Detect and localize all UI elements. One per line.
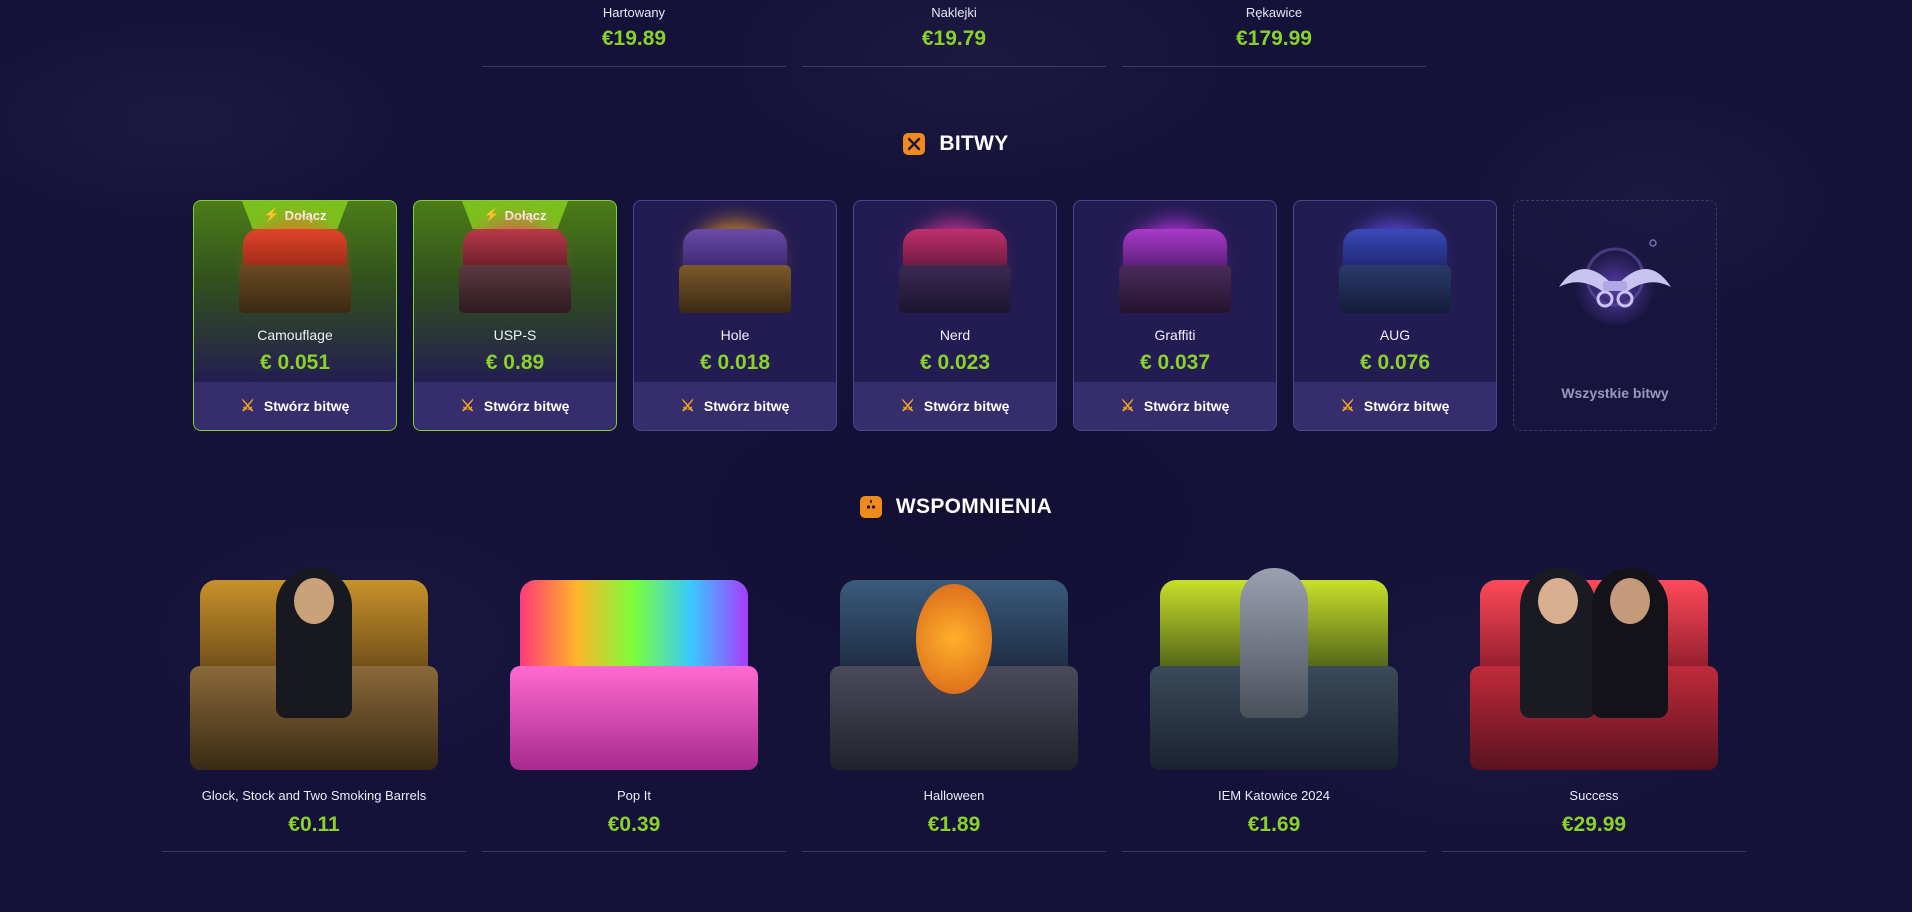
case-image-hole xyxy=(673,221,797,317)
case-image-nerd xyxy=(893,221,1017,317)
create-battle-label: Stwórz bitwę xyxy=(703,398,790,414)
case-card-hartowany[interactable]: Hartowany €19.89 xyxy=(482,0,786,67)
create-battle-button[interactable]: ⚔ Stwórz bitwę xyxy=(1294,382,1496,430)
create-battle-label: Stwórz bitwę xyxy=(263,398,350,414)
memories-section-title: WSPOMNIENIA xyxy=(0,495,1912,519)
all-battles-label: Wszystkie bitwy xyxy=(1561,385,1669,401)
memory-case-iem-katowice[interactable]: IEM Katowice 2024 €1.69 xyxy=(1122,560,1426,852)
battle-case-price: € 0.89 xyxy=(485,351,545,374)
create-battle-label: Stwórz bitwę xyxy=(1143,398,1230,414)
case-price: €29.99 xyxy=(1561,813,1627,836)
crossed-swords-icon: ⚔ xyxy=(1120,398,1135,415)
case-price: €1.69 xyxy=(1247,813,1301,836)
case-image-usp-s xyxy=(453,221,577,317)
memory-case-halloween[interactable]: Halloween €1.89 xyxy=(802,560,1106,852)
memories-title: WSPOMNIENIA xyxy=(895,495,1053,518)
create-battle-button[interactable]: ⚔ Stwórz bitwę xyxy=(634,382,836,430)
case-image-success xyxy=(1464,564,1724,778)
case-image-camouflage xyxy=(233,221,357,317)
create-battle-button[interactable]: ⚔ Stwórz bitwę xyxy=(1074,382,1276,430)
battle-card-aug[interactable]: AUG € 0.076 ⚔ Stwórz bitwę xyxy=(1293,200,1497,431)
battle-icon xyxy=(903,133,926,155)
battle-case-name: Nerd xyxy=(939,327,971,343)
battle-case-price: € 0.076 xyxy=(1359,351,1431,374)
memory-case-success[interactable]: Success €29.99 xyxy=(1442,560,1746,852)
case-name: IEM Katowice 2024 xyxy=(1217,788,1330,803)
create-battle-button[interactable]: ⚔ Stwórz bitwę xyxy=(194,382,396,430)
crossed-swords-icon: ⚔ xyxy=(240,398,255,415)
case-price: €0.39 xyxy=(607,813,661,836)
case-name: Success xyxy=(1569,788,1619,803)
battle-case-name: Hole xyxy=(720,327,750,343)
create-battle-label: Stwórz bitwę xyxy=(923,398,1010,414)
case-price: €19.79 xyxy=(921,27,987,50)
case-image-aug xyxy=(1333,221,1457,317)
pumpkin-icon xyxy=(859,496,882,518)
case-name: Naklejki xyxy=(931,5,977,20)
create-battle-label: Stwórz bitwę xyxy=(1363,398,1450,414)
battle-card-camouflage[interactable]: ⚡ Dołącz Camouflage € 0.051 ⚔ Stwórz bit… xyxy=(193,200,397,431)
crossed-swords-icon: ⚔ xyxy=(1340,398,1355,415)
case-price: €179.99 xyxy=(1236,27,1312,50)
all-battles-link[interactable]: Wszystkie bitwy xyxy=(1513,200,1717,431)
case-image-halloween xyxy=(824,564,1084,778)
case-price: €0.11 xyxy=(288,813,340,836)
create-battle-button[interactable]: ⚔ Stwórz bitwę xyxy=(414,382,616,430)
battle-case-name: USP-S xyxy=(493,327,537,343)
case-name: Pop It xyxy=(617,788,651,803)
top-cases-row: Hartowany €19.89 Naklejki €19.79 Rękawic… xyxy=(0,0,1912,70)
battle-case-price: € 0.018 xyxy=(699,351,771,374)
crossed-swords-icon: ⚔ xyxy=(680,398,695,415)
battle-case-price: € 0.051 xyxy=(259,351,331,374)
battle-case-name: Camouflage xyxy=(257,327,333,343)
case-image-pop-it xyxy=(504,564,764,778)
case-price: €1.89 xyxy=(927,813,981,836)
create-battle-label: Stwórz bitwę xyxy=(483,398,570,414)
crossed-swords-icon: ⚔ xyxy=(900,398,915,415)
case-name: Hartowany xyxy=(602,5,666,20)
case-price: €19.89 xyxy=(601,27,667,50)
case-card-naklejki[interactable]: Naklejki €19.79 xyxy=(802,0,1106,67)
case-name: Rękawice xyxy=(1245,5,1303,20)
battle-case-price: € 0.037 xyxy=(1139,351,1211,374)
case-card-rekawice[interactable]: Rękawice €179.99 xyxy=(1122,0,1426,67)
battle-case-price: € 0.023 xyxy=(919,351,991,374)
battle-card-graffiti[interactable]: Graffiti € 0.037 ⚔ Stwórz bitwę xyxy=(1073,200,1277,431)
case-name: Glock, Stock and Two Smoking Barrels xyxy=(201,788,427,803)
crossed-swords-icon: ⚔ xyxy=(460,398,475,415)
battles-section-title: BITWY xyxy=(0,132,1912,156)
memory-case-pop-it[interactable]: Pop It €0.39 xyxy=(482,560,786,852)
battle-card-hole[interactable]: Hole € 0.018 ⚔ Stwórz bitwę xyxy=(633,200,837,431)
battles-emblem-icon xyxy=(1551,237,1679,327)
case-image-glock-stock xyxy=(184,564,444,778)
case-image-iem-katowice xyxy=(1144,564,1404,778)
case-image-graffiti xyxy=(1113,221,1237,317)
battle-case-name: Graffiti xyxy=(1154,327,1196,343)
case-name: Halloween xyxy=(923,788,985,803)
battles-title: BITWY xyxy=(939,132,1009,155)
create-battle-button[interactable]: ⚔ Stwórz bitwę xyxy=(854,382,1056,430)
battle-card-nerd[interactable]: Nerd € 0.023 ⚔ Stwórz bitwę xyxy=(853,200,1057,431)
battle-card-usp-s[interactable]: ⚡ Dołącz USP-S € 0.89 ⚔ Stwórz bitwę xyxy=(413,200,617,431)
memory-case-glock-stock[interactable]: Glock, Stock and Two Smoking Barrels €0.… xyxy=(162,560,466,852)
battle-case-name: AUG xyxy=(1379,327,1411,343)
